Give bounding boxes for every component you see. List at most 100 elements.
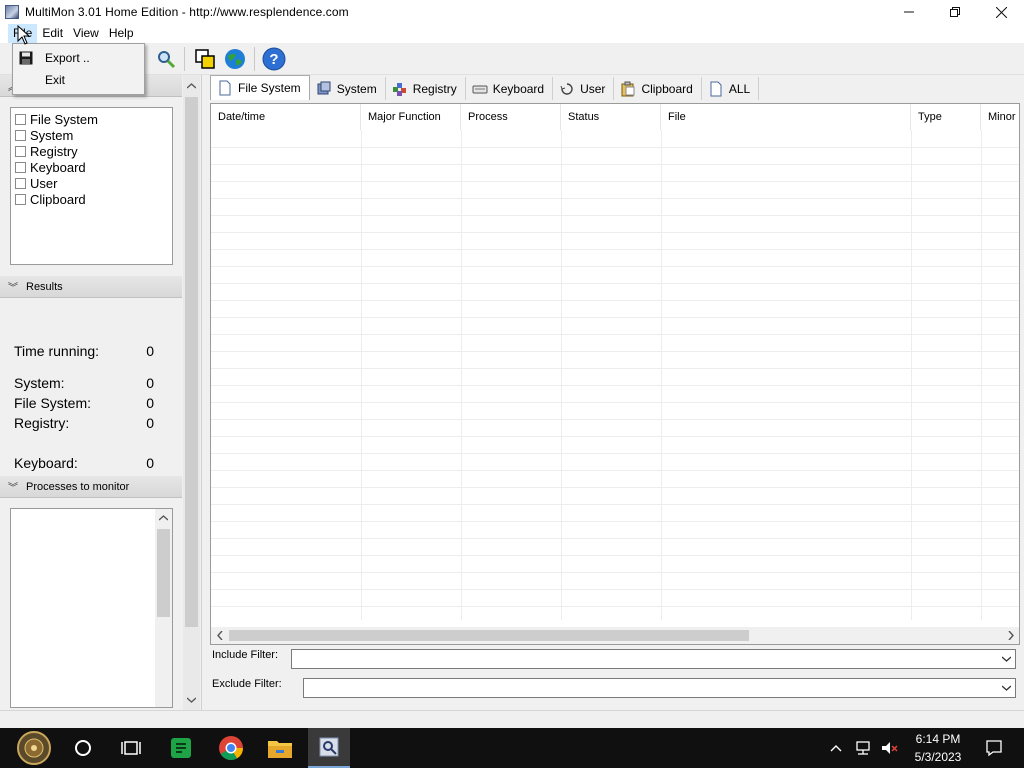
monitor-option-clipboard[interactable]: Clipboard (11, 191, 172, 207)
web-button[interactable] (223, 47, 247, 71)
tab-label: ALL (728, 81, 751, 96)
tab-label: Registry (412, 81, 457, 96)
section-title: Processes to monitor (26, 480, 130, 493)
left-pane-scrollbar[interactable] (183, 75, 200, 710)
grid-row-line (211, 521, 1019, 522)
column-header-datetime[interactable]: Date/time (211, 104, 361, 130)
checkbox[interactable] (15, 161, 26, 173)
include-filter-combo[interactable] (291, 649, 1016, 669)
taskbar-file-explorer[interactable] (266, 734, 294, 762)
volume-muted-icon[interactable] (880, 740, 898, 756)
task-view-button[interactable] (117, 734, 145, 762)
find-button[interactable] (154, 47, 178, 71)
menu-item-export[interactable]: Export .. (15, 47, 143, 69)
processes-scrollbar[interactable] (155, 509, 172, 707)
stat-label: Keyboard: (14, 455, 78, 471)
menu-help[interactable]: Help (104, 24, 139, 43)
tab-all[interactable]: ALL (702, 77, 760, 100)
taskbar-multimon[interactable] (308, 728, 350, 768)
checkbox[interactable] (15, 129, 26, 141)
column-header-major-function[interactable]: Major Function (361, 104, 461, 130)
clock-time: 6:14 PM (915, 732, 961, 746)
checkbox[interactable] (15, 177, 26, 189)
processes-section-header[interactable]: ︾ Processes to monitor (0, 476, 182, 498)
filter-label: Exclude Filter: (212, 678, 282, 690)
scrollbar-thumb[interactable] (185, 97, 198, 627)
tab-user[interactable]: User (553, 77, 615, 100)
section-title: Results (26, 280, 63, 293)
scrollbar-thumb[interactable] (157, 529, 170, 617)
clipboard-icon (621, 81, 635, 96)
monitor-option-file-system[interactable]: File System (11, 111, 172, 127)
grid-row-line (211, 436, 1019, 437)
grid-row-line (211, 419, 1019, 420)
horizontal-scrollbar[interactable] (211, 627, 1019, 644)
windows-button[interactable] (193, 47, 217, 71)
stat-label: System: (14, 375, 65, 391)
system-icon (317, 81, 331, 94)
events-grid[interactable]: Date/time Major Function Process Status … (210, 103, 1020, 645)
menu-item-exit[interactable]: Exit (15, 69, 143, 91)
save-icon (19, 51, 33, 65)
tab-clipboard[interactable]: Clipboard (614, 77, 702, 100)
monitor-option-label: File System (30, 111, 98, 127)
column-header-minor[interactable]: Minor (981, 104, 1019, 130)
user-icon (560, 82, 573, 95)
mouse-cursor-icon (17, 25, 31, 45)
menu-item-label: Export .. (45, 51, 90, 65)
network-icon[interactable] (854, 740, 872, 756)
tab-system[interactable]: System (310, 77, 386, 100)
monitor-option-label: Keyboard (30, 159, 86, 175)
scroll-left-icon[interactable] (211, 627, 228, 644)
menu-bar: File Edit View Help (0, 24, 1024, 43)
tab-file-system[interactable]: File System (210, 75, 310, 100)
scrollbar-thumb[interactable] (229, 630, 749, 641)
toolbar: ? (0, 43, 1024, 75)
results-section-header[interactable]: ︾ Results (0, 276, 182, 298)
taskbar-chrome[interactable] (217, 734, 245, 762)
clock-date: 5/3/2023 (914, 750, 962, 764)
grid-row-line (211, 147, 1019, 148)
checkbox[interactable] (15, 193, 26, 205)
grid-body (211, 130, 1019, 620)
grid-row-line (211, 249, 1019, 250)
monitor-option-registry[interactable]: Registry (11, 143, 172, 159)
help-button[interactable]: ? (262, 47, 286, 71)
taskbar-clock[interactable]: 6:14 PM 5/3/2023 (908, 730, 968, 766)
monitor-option-user[interactable]: User (11, 175, 172, 191)
restore-button[interactable] (932, 0, 978, 24)
checkbox[interactable] (15, 113, 26, 125)
taskbar-app-green[interactable] (167, 734, 195, 762)
tab-keyboard[interactable]: Keyboard (466, 77, 554, 100)
menu-edit[interactable]: Edit (37, 24, 68, 43)
processes-list[interactable] (10, 508, 173, 708)
grid-row-line (211, 470, 1019, 471)
action-center-button[interactable] (980, 734, 1008, 762)
search-button[interactable] (69, 734, 97, 762)
exclude-filter-combo[interactable] (303, 678, 1016, 698)
minimize-button[interactable] (886, 0, 932, 24)
chevron-up-icon[interactable] (830, 744, 842, 752)
keyboard-icon (472, 85, 488, 93)
monitor-option-keyboard[interactable]: Keyboard (11, 159, 172, 175)
column-header-type[interactable]: Type (911, 104, 981, 130)
scroll-right-icon[interactable] (1002, 627, 1019, 644)
chevron-down-icon: ︾ (8, 483, 18, 494)
monitor-checklist: File System System Registry Keyboard Use… (10, 107, 173, 265)
restore-icon (950, 7, 960, 17)
tab-registry[interactable]: Registry (386, 77, 466, 100)
monitor-option-system[interactable]: System (11, 127, 172, 143)
close-button[interactable] (978, 0, 1024, 24)
registry-icon (392, 82, 406, 96)
close-icon (995, 6, 1007, 18)
start-button[interactable] (12, 730, 56, 766)
column-header-file[interactable]: File (661, 104, 911, 130)
checkbox[interactable] (15, 145, 26, 157)
column-header-status[interactable]: Status (561, 104, 661, 130)
stat-file-system: File System: 0 (14, 395, 154, 411)
right-pane: File System System Registry Keyboard Use… (204, 75, 1024, 710)
column-header-process[interactable]: Process (461, 104, 561, 130)
menu-view[interactable]: View (68, 24, 104, 43)
chevron-down-icon (1002, 656, 1011, 662)
system-tray (830, 728, 898, 768)
